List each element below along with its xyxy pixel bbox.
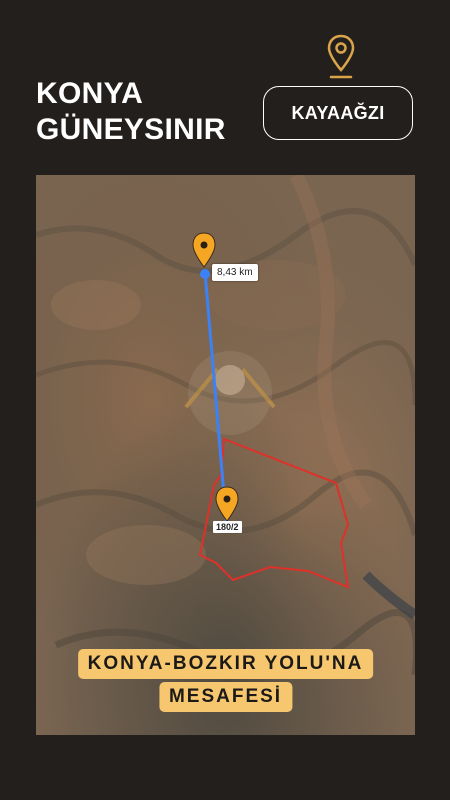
title-line-2: GÜNEYSINIR (36, 113, 226, 146)
satellite-map[interactable]: 8,43 km 180/2 KONYA-BOZKIR YOLU'NA MESAF… (36, 175, 415, 735)
page-title: KONYA GÜNEYSINIR (36, 76, 226, 148)
banner-line-1: KONYA-BOZKIR YOLU'NA (77, 649, 374, 679)
title-line-1: KONYA (36, 77, 144, 110)
location-button[interactable]: KAYAAĞZI (263, 86, 413, 140)
distance-label: 8,43 km (212, 264, 258, 281)
map-pin-icon (327, 34, 355, 79)
banner-line-2: MESAFESİ (158, 682, 293, 712)
parcel-label: 180/2 (213, 521, 242, 533)
